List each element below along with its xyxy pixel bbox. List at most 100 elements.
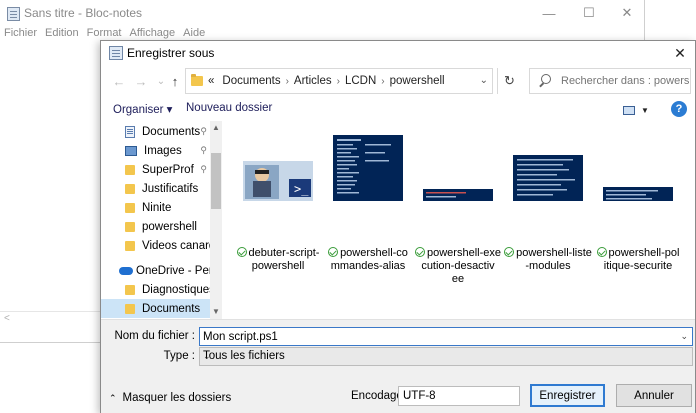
address-bar[interactable]: « Documents › Articles › LCDN › powershe… xyxy=(185,68,493,94)
refresh-icon[interactable]: ↻ xyxy=(497,68,521,94)
powershell-cartoon-thumbnail-icon: >_ xyxy=(243,161,313,201)
breadcrumb-separator-icon[interactable]: › xyxy=(337,76,340,87)
sync-status-icon xyxy=(504,247,515,257)
sidebar-item-label: Justificatifs xyxy=(142,182,199,195)
filename-field[interactable]: ⌄ xyxy=(199,327,693,346)
notepad-horizontal-scrollbar[interactable]: < xyxy=(0,311,100,325)
sync-status-icon xyxy=(596,247,607,257)
menu-affichage[interactable]: Affichage xyxy=(126,26,180,40)
file-name: debuter-script- powershell xyxy=(233,247,323,273)
maximize-button[interactable]: ☐ xyxy=(571,0,607,26)
filename-input[interactable] xyxy=(200,328,670,345)
breadcrumb-separator-icon[interactable]: › xyxy=(286,76,289,87)
breadcrumb-overflow[interactable]: « xyxy=(208,75,214,87)
view-options-button[interactable]: ▼ xyxy=(623,103,653,117)
powershell-execution-thumbnail-icon xyxy=(423,189,493,201)
sidebar-item-onedrive[interactable]: OneDrive - Person xyxy=(101,261,210,280)
scrollbar-thumb[interactable] xyxy=(211,153,221,209)
dialog-title: Enregistrer sous xyxy=(127,46,215,60)
file-thumbnail: >_ xyxy=(243,161,313,201)
sidebar-item-label: Diagnostiques A xyxy=(142,283,210,296)
sync-status-icon xyxy=(415,247,425,257)
sidebar-item-label: Videos canard xyxy=(142,239,210,252)
close-button[interactable]: ✕ xyxy=(609,0,645,26)
menu-aide[interactable]: Aide xyxy=(179,26,209,40)
sidebar-item-diagnostiques[interactable]: Diagnostiques A xyxy=(101,280,210,299)
menu-edition[interactable]: Edition xyxy=(41,26,83,40)
view-mode-icon xyxy=(623,105,635,115)
sync-status-icon xyxy=(236,247,247,257)
sidebar-item-label: Documents xyxy=(142,302,201,315)
folder-icon xyxy=(125,183,135,194)
breadcrumb-lcdn[interactable]: LCDN xyxy=(345,75,376,87)
search-box[interactable] xyxy=(529,68,691,94)
breadcrumb-documents[interactable]: Documents xyxy=(222,75,280,87)
sidebar-item-documents[interactable]: Documents ⚲ xyxy=(101,122,210,141)
scroll-down-icon[interactable]: ▼ xyxy=(210,307,222,316)
sync-status-icon xyxy=(328,247,339,257)
notepad-title: Sans titre - Bloc-notes xyxy=(24,6,143,20)
sidebar-item-ninite[interactable]: Ninite xyxy=(101,198,210,217)
type-label: Type : xyxy=(163,350,195,362)
sidebar-item-powershell[interactable]: powershell xyxy=(101,217,210,236)
organize-button[interactable]: Organiser ▾ xyxy=(113,102,172,116)
sidebar-item-label: Documents xyxy=(142,125,201,138)
view-dropdown-icon: ▼ xyxy=(641,105,649,115)
sidebar-item-images[interactable]: Images ⚲ xyxy=(101,141,210,160)
menu-format[interactable]: Format xyxy=(83,26,126,40)
encoding-select[interactable]: UTF-8 ⌄ xyxy=(398,386,520,406)
back-arrow-icon[interactable]: ← xyxy=(109,71,129,91)
scroll-up-icon[interactable]: ▲ xyxy=(210,123,222,132)
dialog-toolbar: Organiser ▾ Nouveau dossier ▼ ? xyxy=(101,99,695,119)
documents-icon xyxy=(125,125,135,138)
up-arrow-icon[interactable]: ↑ xyxy=(165,71,185,91)
chevron-up-icon: ⌃ xyxy=(109,392,117,403)
filename-dropdown-icon[interactable]: ⌄ xyxy=(680,331,688,342)
scroll-left-icon[interactable]: < xyxy=(4,313,10,324)
save-button[interactable]: Enregistrer xyxy=(530,384,605,407)
file-thumbnail xyxy=(333,135,403,201)
folder-icon xyxy=(125,202,135,213)
svg-text:>_: >_ xyxy=(294,182,309,196)
search-icon xyxy=(538,74,552,88)
cancel-button[interactable]: Annuler xyxy=(616,384,692,407)
folder-icon xyxy=(125,164,135,175)
encoding-dropdown-icon[interactable]: ⌄ xyxy=(403,391,515,402)
file-name: powershell-liste -modules xyxy=(503,247,593,273)
address-dropdown-chevron-icon[interactable]: ⌄ xyxy=(480,75,488,86)
pin-icon: ⚲ xyxy=(200,126,207,136)
sidebar-item-videos-canard[interactable]: Videos canard xyxy=(101,236,210,255)
folder-icon xyxy=(125,221,135,232)
pin-icon: ⚲ xyxy=(200,164,207,174)
folder-icon xyxy=(125,284,135,295)
folder-icon xyxy=(125,240,135,251)
sidebar-item-documents-onedrive[interactable]: Documents xyxy=(101,299,210,318)
dialog-close-button[interactable]: ✕ xyxy=(665,41,695,66)
images-icon xyxy=(125,145,137,156)
forward-arrow-icon[interactable]: → xyxy=(131,71,151,91)
new-folder-button[interactable]: Nouveau dossier xyxy=(186,102,272,114)
onedrive-icon xyxy=(119,266,133,275)
file-type-select[interactable]: Tous les fichiers ⌄ xyxy=(199,347,693,366)
breadcrumb-articles[interactable]: Articles xyxy=(294,75,332,87)
file-type-dropdown-icon[interactable]: ⌄ xyxy=(203,351,688,362)
folder-icon xyxy=(191,74,203,86)
dialog-titlebar: Enregistrer sous ✕ xyxy=(101,41,695,66)
notepad-doc-icon xyxy=(109,46,123,60)
breadcrumb-separator-icon[interactable]: › xyxy=(381,76,384,87)
save-as-dialog: Enregistrer sous ✕ ← → ⌄ ↑ « Documents ›… xyxy=(100,40,696,413)
minimize-button[interactable]: — xyxy=(531,0,567,26)
sidebar-item-superprof[interactable]: SuperProf ⚲ xyxy=(101,160,210,179)
breadcrumb-powershell[interactable]: powershell xyxy=(390,75,445,87)
file-name: powershell-pol itique-securite xyxy=(593,247,683,273)
hide-folders-toggle[interactable]: ⌃ Masquer les dossiers xyxy=(109,392,231,404)
sidebar-item-justificatifs[interactable]: Justificatifs xyxy=(101,179,210,198)
menu-fichier[interactable]: Fichier xyxy=(0,26,41,40)
search-input[interactable] xyxy=(561,75,689,87)
notepad-menubar: Fichier Edition Format Affichage Aide xyxy=(0,26,209,40)
navigation-pane-scrollbar[interactable]: ▲ ▼ xyxy=(210,121,222,319)
pin-icon: ⚲ xyxy=(200,145,207,155)
notepad-titlebar: Sans titre - Bloc-notes — ☐ ✕ xyxy=(0,0,645,26)
file-name: powershell-co mmandes-alias xyxy=(323,247,413,273)
help-icon[interactable]: ? xyxy=(671,101,687,117)
